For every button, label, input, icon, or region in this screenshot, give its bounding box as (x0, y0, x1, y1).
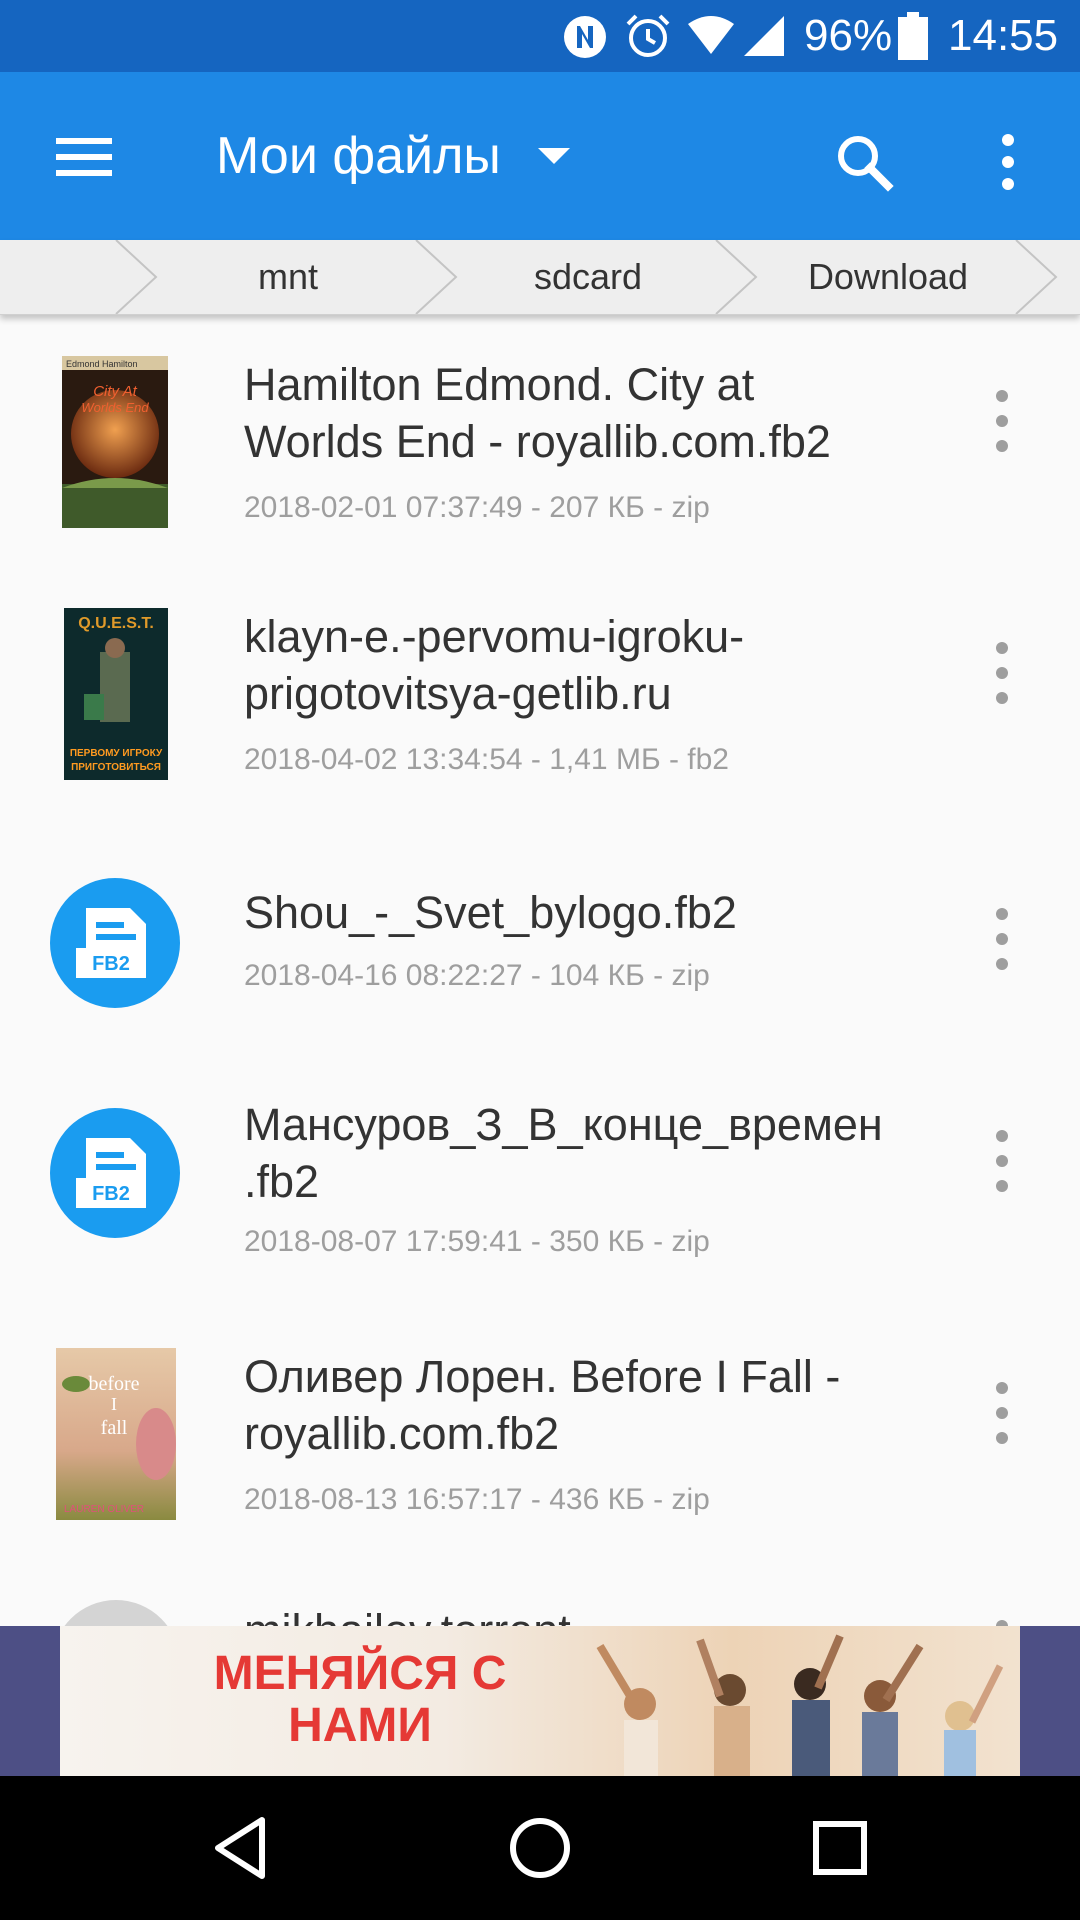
file-name: mikhailov.torrent (244, 1602, 924, 1626)
file-name-line: royallib.com.fb2 (244, 1408, 560, 1459)
file-meta: 2018-08-13 16:57:17 - 436 КБ - zip (244, 1483, 710, 1516)
ad-text: МЕНЯЙСЯ С НАМИ (180, 1648, 540, 1752)
item-more-icon[interactable] (980, 1378, 1024, 1448)
breadcrumb-item-download[interactable]: Download (764, 240, 1012, 314)
back-icon[interactable] (206, 1812, 278, 1884)
wifi-icon (688, 16, 734, 54)
cover-title: City At (93, 383, 137, 400)
breadcrumb-chevron-icon (715, 240, 758, 314)
item-more-icon[interactable] (980, 1126, 1024, 1196)
item-more-icon[interactable] (980, 638, 1024, 708)
file-list: Edmond Hamilton City At Worlds End Hamil… (0, 316, 1080, 1626)
app-bar: Мои файлы (0, 72, 1080, 240)
file-name-line: Мансуров_З_В_конце_времен (244, 1099, 883, 1150)
alarm-icon (626, 14, 670, 57)
ad-people-illustration (596, 1634, 1004, 1776)
breadcrumb-chevron-icon (415, 240, 458, 314)
item-more-icon[interactable] (980, 386, 1024, 456)
file-name-line: .fb2 (244, 1156, 320, 1207)
breadcrumb-item-mnt[interactable]: mnt (164, 240, 412, 314)
file-name: Shou_-_Svet_bylogo.fb2 (244, 884, 924, 941)
list-item[interactable]: Edmond Hamilton City At Worlds End Hamil… (0, 356, 1080, 566)
search-icon[interactable] (824, 122, 904, 202)
battery-icon (898, 12, 928, 60)
file-meta: 2018-04-16 08:22:27 - 104 КБ - zip (244, 959, 710, 992)
cover-title: Q.U.E.S.T. (78, 615, 154, 632)
file-icon (52, 1600, 180, 1626)
ad-banner-image[interactable]: МЕНЯЙСЯ С НАМИ (60, 1626, 1020, 1776)
navigation-bar (0, 1776, 1080, 1920)
status-bar: 96% 14:55 (0, 0, 1080, 72)
book-cover-thumbnail: Edmond Hamilton City At Worlds End (62, 356, 168, 528)
breadcrumb: mnt sdcard Download (0, 240, 1080, 315)
dropdown-caret-icon[interactable] (536, 144, 572, 168)
file-meta: 2018-08-07 17:59:41 - 350 КБ - zip (244, 1225, 710, 1258)
cover-title: before (88, 1373, 139, 1395)
cover-subtitle: ПЕРВОМУ ИГРОКУ (70, 748, 163, 759)
list-item[interactable]: mikhailov.torrent (0, 1586, 1080, 1626)
list-item[interactable]: Q.U.E.S.T. ПЕРВОМУ ИГРОКУ ПРИГОТОВИТЬСЯ … (0, 608, 1080, 818)
ad-text-line: НАМИ (288, 1699, 432, 1752)
file-name-line: Hamilton Edmond. City at (244, 359, 755, 410)
nfc-icon (564, 16, 606, 58)
book-cover-thumbnail: before I fall LAUREN OLIVER (56, 1348, 176, 1520)
cover-title: Worlds End (81, 400, 149, 415)
list-item[interactable]: FB2 Shou_-_Svet_bylogo.fb2 2018-04-16 08… (0, 878, 1080, 1032)
list-item[interactable]: before I fall LAUREN OLIVER Оливер Лорен… (0, 1348, 1080, 1558)
file-name-line: mikhailov.torrent (244, 1602, 924, 1626)
breadcrumb-chevron-icon (115, 240, 158, 314)
file-name: Оливер Лорен. Before I Fall - royallib.c… (244, 1348, 924, 1462)
file-name-line: Worlds End - royallib.com.fb2 (244, 416, 831, 467)
fb2-file-icon: FB2 (50, 878, 180, 1008)
file-name-line: Оливер Лорен. Before I Fall - (244, 1351, 841, 1402)
clock: 14:55 (948, 11, 1059, 60)
cover-title: fall (101, 1417, 128, 1439)
file-name: klayn-e.-pervomu-igroku- prigotovitsya-g… (244, 608, 924, 722)
breadcrumb-chevron-icon (1015, 240, 1058, 314)
home-icon[interactable] (504, 1812, 576, 1884)
menu-icon[interactable] (40, 124, 120, 188)
fb2-badge: FB2 (92, 953, 130, 975)
fb2-badge: FB2 (92, 1183, 130, 1205)
ad-banner[interactable]: МЕНЯЙСЯ С НАМИ (0, 1626, 1080, 1776)
fb2-document-icon: FB2 (76, 1138, 146, 1208)
more-vert-icon[interactable] (980, 122, 1040, 202)
page-title[interactable]: Мои файлы (216, 124, 501, 188)
file-meta: 2018-02-01 07:37:49 - 207 КБ - zip (244, 491, 710, 524)
list-item[interactable]: FB2 Мансуров_З_В_конце_времен .fb2 2018-… (0, 1096, 1080, 1296)
file-name-line: prigotovitsya-getlib.ru (244, 668, 672, 719)
breadcrumb-item-sdcard[interactable]: sdcard (464, 240, 712, 314)
book-cover-thumbnail: Q.U.E.S.T. ПЕРВОМУ ИГРОКУ ПРИГОТОВИТЬСЯ (64, 608, 168, 780)
ad-text-line: МЕНЯЙСЯ С (213, 1647, 507, 1700)
cover-author: Edmond Hamilton (66, 359, 138, 369)
file-name-line: klayn-e.-pervomu-igroku- (244, 611, 745, 662)
cover-author: LAUREN OLIVER (64, 1504, 144, 1515)
signal-icon (744, 16, 784, 56)
item-more-icon[interactable] (980, 1616, 1024, 1626)
file-name-line: Shou_-_Svet_bylogo.fb2 (244, 887, 737, 938)
item-more-icon[interactable] (980, 904, 1024, 974)
file-meta: 2018-04-02 13:34:54 - 1,41 МБ - fb2 (244, 743, 729, 776)
battery-percent: 96% (804, 11, 893, 60)
fb2-document-icon: FB2 (76, 908, 146, 978)
file-name: Hamilton Edmond. City at Worlds End - ro… (244, 356, 924, 470)
fb2-file-icon: FB2 (50, 1108, 180, 1238)
cover-title: I (111, 1394, 117, 1414)
file-name: Мансуров_З_В_конце_времен .fb2 (244, 1096, 924, 1210)
cover-subtitle: ПРИГОТОВИТЬСЯ (71, 762, 161, 773)
recents-icon[interactable] (804, 1812, 876, 1884)
